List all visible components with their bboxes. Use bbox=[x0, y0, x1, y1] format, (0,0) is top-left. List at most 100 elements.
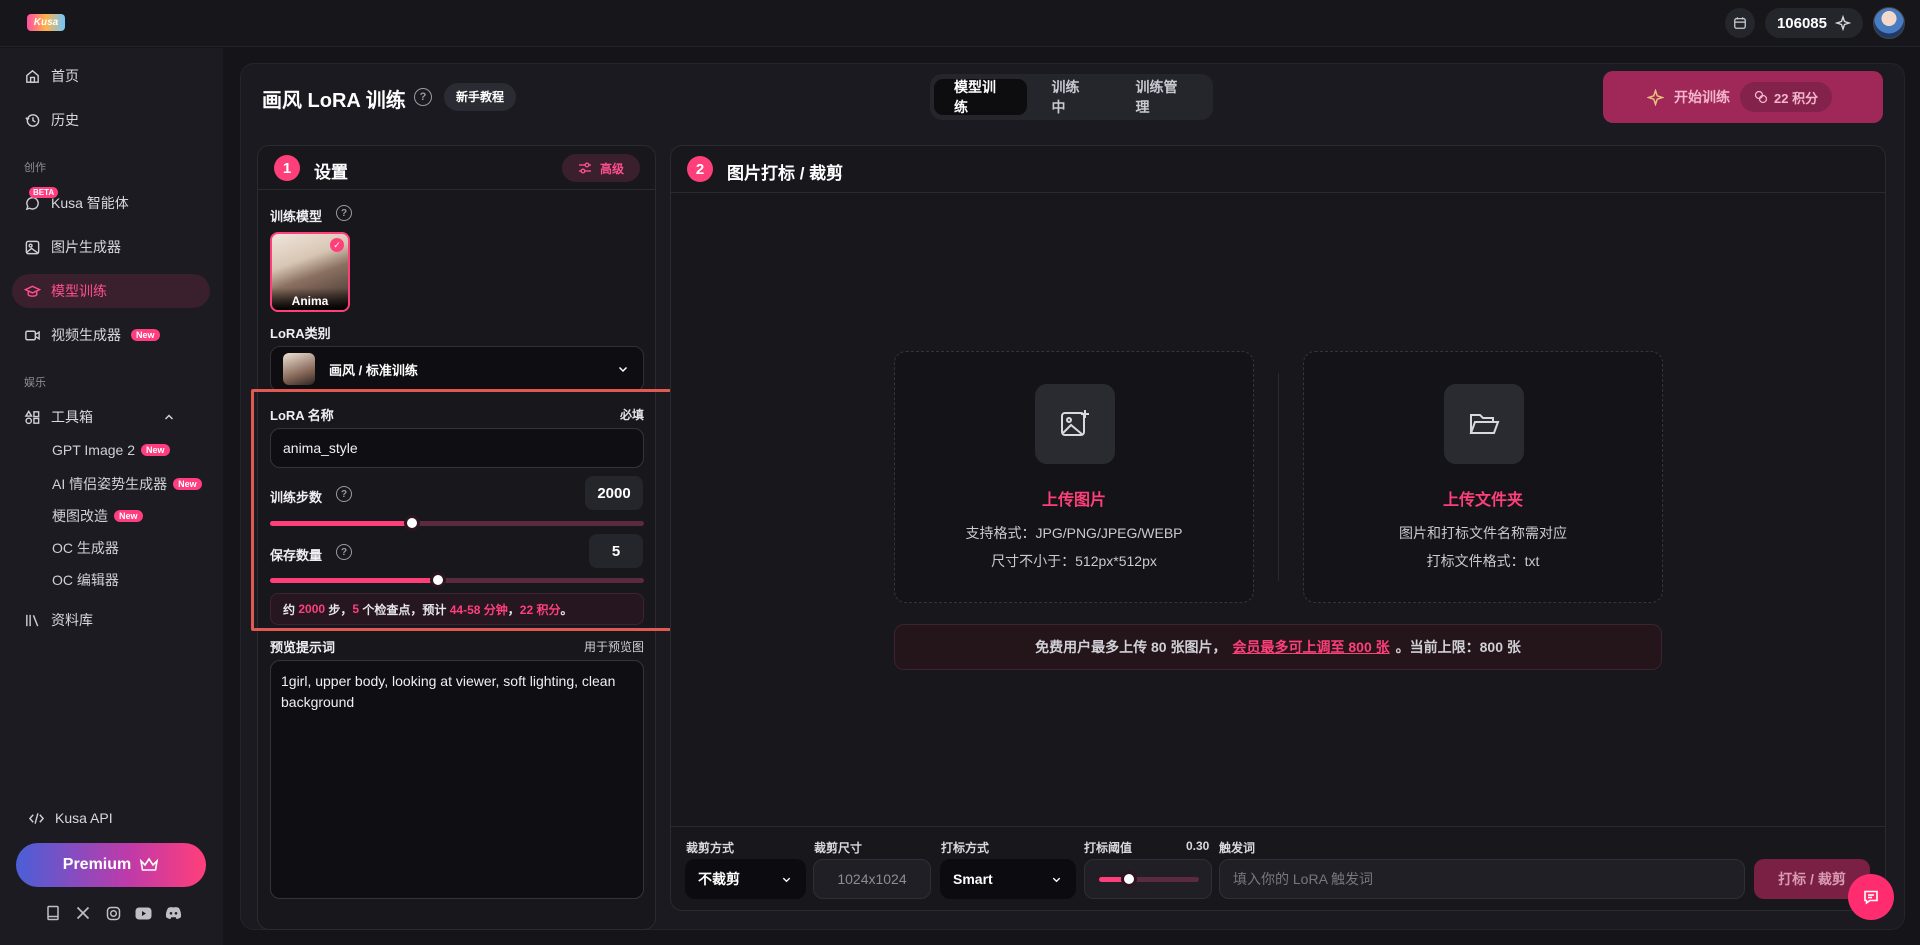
history-icon bbox=[25, 113, 40, 127]
upload-images-card[interactable]: 上传图片 支持格式：JPG/PNG/JPEG/WEBP 尺寸不小于：512px*… bbox=[894, 351, 1254, 603]
sidebar-item-toolbox[interactable]: 工具箱 bbox=[12, 400, 210, 434]
settings-title: 设置 bbox=[314, 163, 348, 182]
sidebar-item-label: 工具箱 bbox=[51, 409, 93, 425]
sidebar-item-library[interactable]: 资料库 bbox=[12, 603, 210, 637]
training-model-label: 训练模型 bbox=[270, 209, 323, 224]
lora-type-thumbnail bbox=[283, 353, 315, 385]
new-badge: New bbox=[173, 478, 202, 490]
model-name: Anima bbox=[272, 288, 348, 310]
sidebar-item-label: 历史 bbox=[51, 112, 79, 128]
threshold-slider[interactable] bbox=[1099, 871, 1199, 887]
x-link[interactable] bbox=[74, 904, 92, 922]
shapes-icon bbox=[24, 409, 40, 424]
chevron-down-icon bbox=[782, 877, 791, 882]
cost-pill: 22 积分 bbox=[1740, 82, 1833, 112]
membership-link[interactable]: 会员最多可上调至 800 张 bbox=[1232, 637, 1389, 657]
threshold-control bbox=[1084, 859, 1212, 899]
sidebar-item-api[interactable]: Kusa API bbox=[16, 801, 214, 835]
top-right-controls: 106085 bbox=[1724, 7, 1905, 39]
tag-mode-select[interactable]: Smart bbox=[940, 859, 1076, 899]
sliders-icon bbox=[578, 162, 591, 174]
crop-size-input[interactable]: 1024x1024 bbox=[813, 859, 931, 899]
upload-folder-hint: 图片和打标文件名称需对应 bbox=[1399, 525, 1567, 541]
premium-button[interactable]: Premium bbox=[16, 843, 206, 887]
upload-images-size: 尺寸不小于：512px*512px bbox=[991, 553, 1157, 569]
limit-text: 免费用户最多上传 80 张图片， bbox=[1035, 639, 1227, 655]
image-plus-icon bbox=[1061, 410, 1089, 436]
upload-folder-card[interactable]: 上传文件夹 图片和打标文件名称需对应 打标文件格式：txt bbox=[1303, 351, 1663, 603]
chat-icon bbox=[1864, 890, 1878, 905]
lora-type-select[interactable]: 画风 / 标准训练 bbox=[270, 346, 644, 392]
sidebar-item-label: Kusa API bbox=[55, 810, 113, 826]
upload-folder-button[interactable] bbox=[1444, 384, 1524, 464]
tool-item-gpt-image[interactable]: GPT Image 2 New bbox=[52, 442, 170, 458]
points-pill[interactable]: 106085 bbox=[1764, 8, 1863, 38]
beta-badge: BETA bbox=[29, 187, 59, 198]
coins-icon bbox=[1754, 90, 1768, 104]
tool-item-label: GPT Image 2 bbox=[52, 442, 136, 458]
preview-prompt-textarea[interactable]: 1girl, upper body, looking at viewer, so… bbox=[270, 660, 644, 899]
sidebar-item-model-training[interactable]: 模型训练 bbox=[12, 274, 210, 308]
crop-mode-value: 不裁剪 bbox=[698, 871, 740, 887]
calendar-icon bbox=[1734, 17, 1746, 29]
lora-type-value: 画风 / 标准训练 bbox=[329, 362, 418, 378]
sidebar-item-label: 模型训练 bbox=[51, 283, 107, 299]
tutorial-button[interactable]: 新手教程 bbox=[444, 83, 517, 111]
start-training-button[interactable]: 开始训练 22 积分 bbox=[1603, 71, 1883, 123]
youtube-link[interactable] bbox=[134, 904, 152, 922]
sidebar-item-video-generator[interactable]: 视频生成器 New bbox=[12, 318, 210, 352]
help-icon[interactable]: ? bbox=[414, 88, 432, 106]
crop-mode-select[interactable]: 不裁剪 bbox=[685, 859, 806, 899]
upload-image-button[interactable] bbox=[1035, 384, 1115, 464]
advanced-button[interactable]: 高级 bbox=[562, 154, 640, 182]
tab-model-training[interactable]: 模型训练 bbox=[934, 79, 1028, 115]
sidebar-item-image-generator[interactable]: 图片生成器 bbox=[12, 230, 210, 264]
tool-item-oc-generator[interactable]: OC 生成器 bbox=[52, 538, 119, 558]
tool-item-label: OC 编辑器 bbox=[52, 572, 119, 588]
trigger-word-input[interactable]: 填入你的 LoRA 触发词 bbox=[1219, 859, 1745, 899]
section-create-label: 创作 bbox=[24, 162, 46, 174]
app-logo[interactable]: Kusa bbox=[27, 14, 65, 31]
user-avatar[interactable] bbox=[1873, 7, 1905, 39]
tool-item-couple-pose[interactable]: AI 情侣姿势生成器 New bbox=[52, 474, 202, 494]
tagging-divider bbox=[671, 192, 1885, 193]
sidebar-item-home[interactable]: 首页 bbox=[12, 59, 210, 93]
upload-images-title: 上传图片 bbox=[1041, 492, 1106, 509]
graduation-cap-icon bbox=[24, 285, 41, 297]
tool-item-meme[interactable]: 梗图改造 New bbox=[52, 506, 143, 526]
home-icon bbox=[26, 69, 39, 83]
tag-mode-value: Smart bbox=[953, 871, 993, 887]
model-card-anima[interactable]: ✓ Anima bbox=[270, 232, 350, 312]
sidebar-item-history[interactable]: 历史 bbox=[12, 103, 210, 137]
discord-icon bbox=[165, 907, 181, 919]
tab-training-management[interactable]: 训练管理 bbox=[1116, 79, 1209, 115]
start-training-label: 开始训练 bbox=[1674, 89, 1730, 105]
chat-support-button[interactable] bbox=[1848, 874, 1894, 920]
preview-prompt-hint: 用于预览图 bbox=[584, 640, 645, 654]
sidebar-item-label: 图片生成器 bbox=[51, 239, 121, 255]
video-icon bbox=[25, 330, 40, 340]
discord-link[interactable] bbox=[164, 904, 182, 922]
youtube-icon bbox=[135, 907, 151, 919]
folder-open-icon bbox=[1469, 414, 1500, 434]
settings-divider bbox=[258, 189, 655, 190]
instagram-icon bbox=[106, 906, 120, 920]
new-badge: New bbox=[114, 510, 143, 522]
limit-text: 。当前上限：800 张 bbox=[1395, 639, 1521, 655]
code-icon bbox=[28, 812, 45, 824]
threshold-value: 0.30 bbox=[1186, 839, 1210, 853]
annotation-highlight-box bbox=[251, 389, 673, 631]
help-icon[interactable]: ? bbox=[336, 205, 352, 221]
trigger-word-label: 触发词 bbox=[1219, 841, 1256, 855]
calendar-button[interactable] bbox=[1724, 8, 1755, 38]
slider-thumb[interactable] bbox=[1121, 871, 1137, 887]
tab-training-in-progress[interactable]: 训练中 bbox=[1031, 79, 1111, 115]
sidebar-item-label: 资料库 bbox=[51, 612, 93, 628]
instagram-link[interactable] bbox=[104, 904, 122, 922]
tool-item-oc-editor[interactable]: OC 编辑器 bbox=[52, 570, 119, 590]
docs-link[interactable] bbox=[44, 904, 62, 922]
sparkle-icon bbox=[1647, 88, 1664, 106]
chevron-up-icon bbox=[164, 414, 174, 420]
chevron-down-icon bbox=[1052, 877, 1061, 882]
tool-item-label: 梗图改造 bbox=[52, 508, 108, 524]
